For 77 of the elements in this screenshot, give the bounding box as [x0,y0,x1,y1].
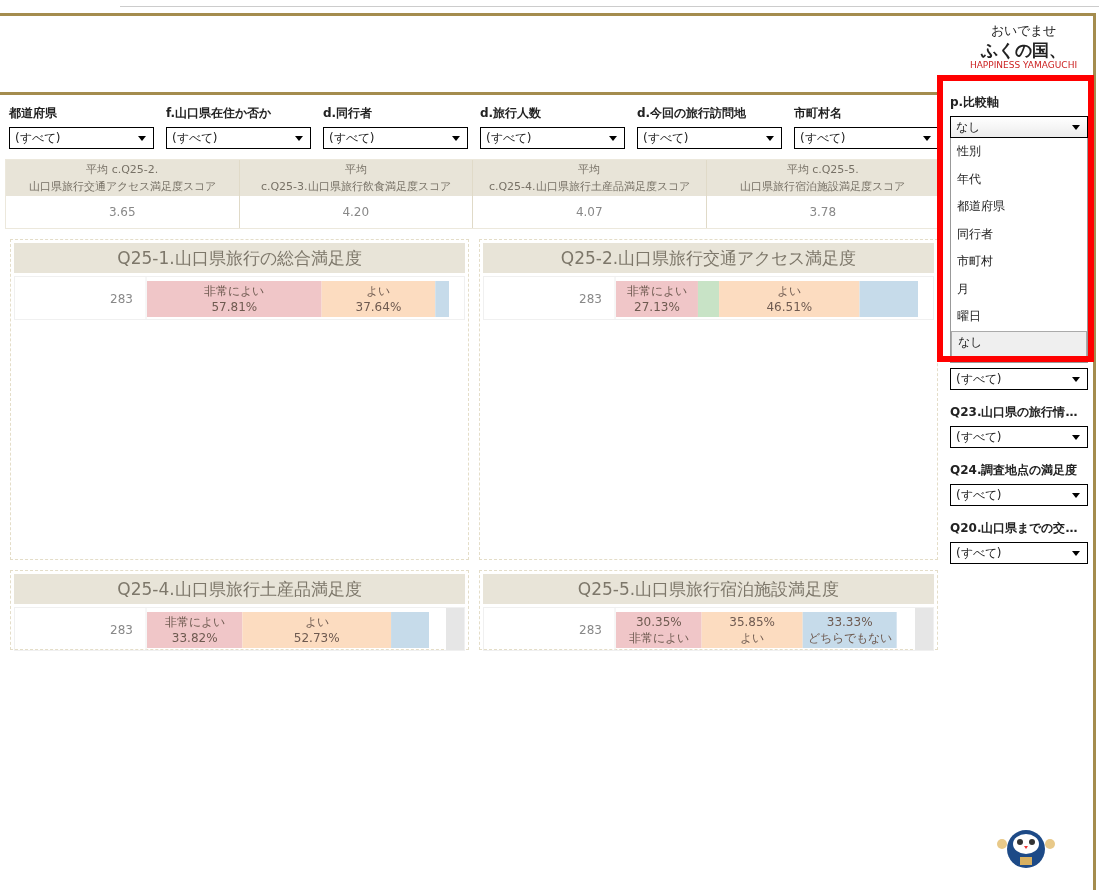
compare-dropdown[interactable]: なし [950,116,1088,138]
filter-dropdown[interactable]: (すべて) [950,426,1088,448]
scrollbar[interactable] [915,608,933,650]
column-header: 平均 c.Q25-3.山口県旅行飲食満足度スコア [239,160,472,196]
filter-label: p.比較軸 [950,94,1001,111]
filter-dropdown[interactable]: (すべて) [637,127,782,149]
caret-icon [1072,124,1080,130]
column-header: 平均 c.Q25-5. 山口県旅行宿泊施設満足度スコア [706,160,939,196]
table-cell-text: 4.07 [574,204,604,221]
category-label: 283 [110,623,133,637]
dropdown-option[interactable]: 曜日 [951,303,1087,331]
panel-title: Q25-5.山口県旅行宿泊施設満足度 [483,574,934,604]
filter-label: d.旅行人数 [480,105,543,122]
panel-title: Q25-1.山口県旅行の総合満足度 [14,243,465,273]
caret-icon [923,135,931,141]
dropdown-option[interactable]: 月 [951,275,1087,303]
dropdown-option[interactable]: 都道府県 [951,193,1087,221]
data-label: 27.13% [634,300,680,314]
table-cell-text: 3.78 [808,204,838,221]
series-label: どちらでもない [807,631,892,645]
caret-icon [295,135,303,141]
series-label: 非常によい [626,284,687,298]
caret-icon [1072,550,1080,556]
panel-title: Q25-4.山口県旅行土産品満足度 [14,574,465,604]
daruma-icon [995,827,1056,869]
series-label: 非常によい [628,631,689,645]
series-label: 非常によい [204,284,265,298]
filter-label: Q20.山口県までの交… [950,520,1079,537]
filter-dropdown[interactable]: (すべて) [794,127,939,149]
series-label: 非常によい [164,615,225,629]
series-label: よい [740,631,765,645]
category-label: 283 [579,292,602,306]
caret-icon [766,135,774,141]
filter-label: Q24.調査地点の満足度 [950,462,1079,479]
caret-icon [1072,492,1080,498]
panel-title: Q25-2.山口県旅行交通アクセス満足度 [483,243,934,273]
filter-dropdown[interactable]: (すべて) [950,368,1088,390]
data-label: 35.85% [729,615,775,629]
series-label: よい [304,615,329,629]
data-label: 30.35% [635,615,682,629]
filter-label: d.同行者 [323,105,374,122]
data-label: 46.51% [766,300,813,314]
data-label: 33.33% [826,615,873,629]
table-cell-text: 4.20 [341,204,371,221]
filter-dropdown[interactable]: (すべて) [323,127,468,149]
filter-dropdown[interactable]: (すべて) [950,542,1088,564]
column-header: 平均 c.Q25-4.山口県旅行土産品満足度スコア [473,160,706,196]
filter-dropdown[interactable]: (すべて) [950,484,1088,506]
filter-label: 都道府県 [9,105,58,122]
category-label: 283 [579,623,602,637]
series-label: よい [777,284,802,298]
caret-icon [1072,376,1080,382]
dropdown-option[interactable]: 年代 [951,165,1087,193]
logo: おいでませ ふくの国、 HAPPINESS YAMAGUCHI [968,22,1079,72]
filter-dropdown[interactable]: (すべて) [9,127,154,149]
data-label: 52.73% [293,631,340,645]
column-header: 平均 c.Q25-2. 山口県旅行交通アクセス満足度スコア [6,160,239,196]
dropdown-option[interactable]: 市町村 [951,248,1087,276]
dropdown-option[interactable]: 性別 [951,138,1087,166]
scrollbar[interactable] [446,608,464,650]
filter-dropdown[interactable]: (すべて) [480,127,625,149]
table-cell-text: 3.65 [107,204,137,221]
caret-icon [452,135,460,141]
data-label: 57.81% [211,300,258,314]
category-label: 283 [110,292,133,306]
filter-label: d.今回の旅行訪問地 [637,105,748,122]
filter-label: Q23.山口県の旅行情… [950,404,1079,421]
filter-label: 市町村名 [794,105,843,122]
caret-icon [138,135,146,141]
series-label: よい [366,284,391,298]
filter-dropdown[interactable]: (すべて) [166,127,311,149]
caret-icon [609,135,617,141]
dropdown-option[interactable]: 同行者 [951,220,1087,248]
data-label: 37.64% [355,300,402,314]
data-label: 33.82% [171,631,218,645]
caret-icon [1072,434,1080,440]
filter-label: f.山口県在住か否か [166,105,273,122]
